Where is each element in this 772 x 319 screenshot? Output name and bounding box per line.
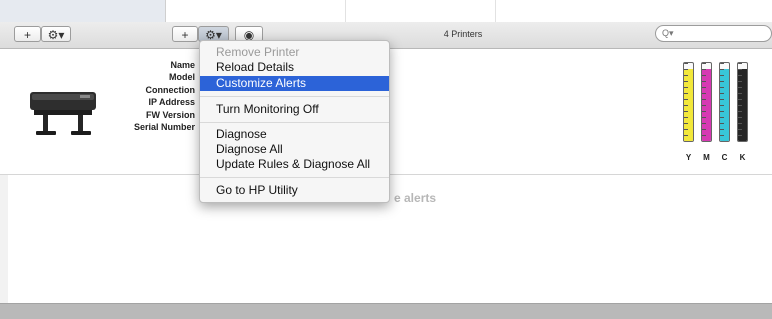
ip-address-label: IP Address bbox=[148, 97, 195, 107]
menu-item-diagnose-all[interactable]: Diagnose All bbox=[200, 142, 389, 157]
ink-cartridge-y bbox=[683, 62, 694, 142]
add-printer-button-left[interactable]: + bbox=[14, 26, 41, 42]
connection-label: Connection bbox=[145, 85, 196, 95]
ink-cartridge-k bbox=[737, 62, 748, 142]
ink-scale-ticks bbox=[738, 63, 742, 141]
ink-label-m: M bbox=[703, 153, 710, 162]
alerts-list bbox=[8, 175, 772, 303]
printer-count: 4 Printers bbox=[443, 29, 483, 39]
add-printer-button[interactable]: + bbox=[172, 26, 198, 42]
status-bar bbox=[0, 303, 772, 319]
menu-item-update-rules-diagnose-all[interactable]: Update Rules & Diagnose All bbox=[200, 157, 389, 172]
action-menu-button-left[interactable]: ⚙▾ bbox=[41, 26, 71, 42]
menu-item-reload-details[interactable]: Reload Details bbox=[200, 60, 389, 75]
search-icon: Q▾ bbox=[662, 28, 674, 38]
column-header-strip bbox=[0, 0, 772, 23]
gear-icon: ⚙▾ bbox=[47, 28, 65, 42]
menu-separator bbox=[200, 177, 389, 178]
printer-image bbox=[30, 92, 96, 135]
ink-scale-ticks bbox=[702, 63, 706, 141]
ink-label-c: C bbox=[721, 153, 728, 162]
search-input[interactable]: Q▾ bbox=[655, 25, 772, 42]
ink-scale-ticks bbox=[684, 63, 688, 141]
model-label: Model bbox=[169, 72, 195, 82]
menu-item-turn-monitoring-off[interactable]: Turn Monitoring Off bbox=[200, 102, 389, 117]
menu-item-customize-alerts[interactable]: Customize Alerts bbox=[200, 76, 389, 91]
column-divider bbox=[345, 0, 346, 22]
menu-item-remove-printer[interactable]: Remove Printer bbox=[200, 45, 389, 60]
ink-label-k: K bbox=[739, 153, 746, 162]
menu-item-diagnose[interactable]: Diagnose bbox=[200, 127, 389, 142]
ink-scale-ticks bbox=[720, 63, 724, 141]
menu-item-go-to-hp-utility[interactable]: Go to HP Utility bbox=[200, 183, 389, 198]
action-dropdown-menu: Remove Printer Reload Details Customize … bbox=[199, 40, 390, 203]
fw-version-label: FW Version bbox=[145, 110, 195, 120]
name-label: Name bbox=[170, 60, 195, 70]
ink-cartridge-m bbox=[701, 62, 712, 142]
sidebar-header bbox=[0, 0, 166, 22]
empty-alerts-message: e alerts bbox=[394, 191, 437, 205]
plus-icon: + bbox=[181, 28, 189, 42]
ink-cartridge-c bbox=[719, 62, 730, 142]
column-divider bbox=[495, 0, 496, 22]
ink-label-y: Y bbox=[685, 153, 692, 162]
menu-separator bbox=[200, 96, 389, 97]
plus-icon: + bbox=[23, 28, 31, 42]
menu-separator bbox=[200, 122, 389, 123]
serial-number-label: Serial Number bbox=[133, 122, 195, 132]
